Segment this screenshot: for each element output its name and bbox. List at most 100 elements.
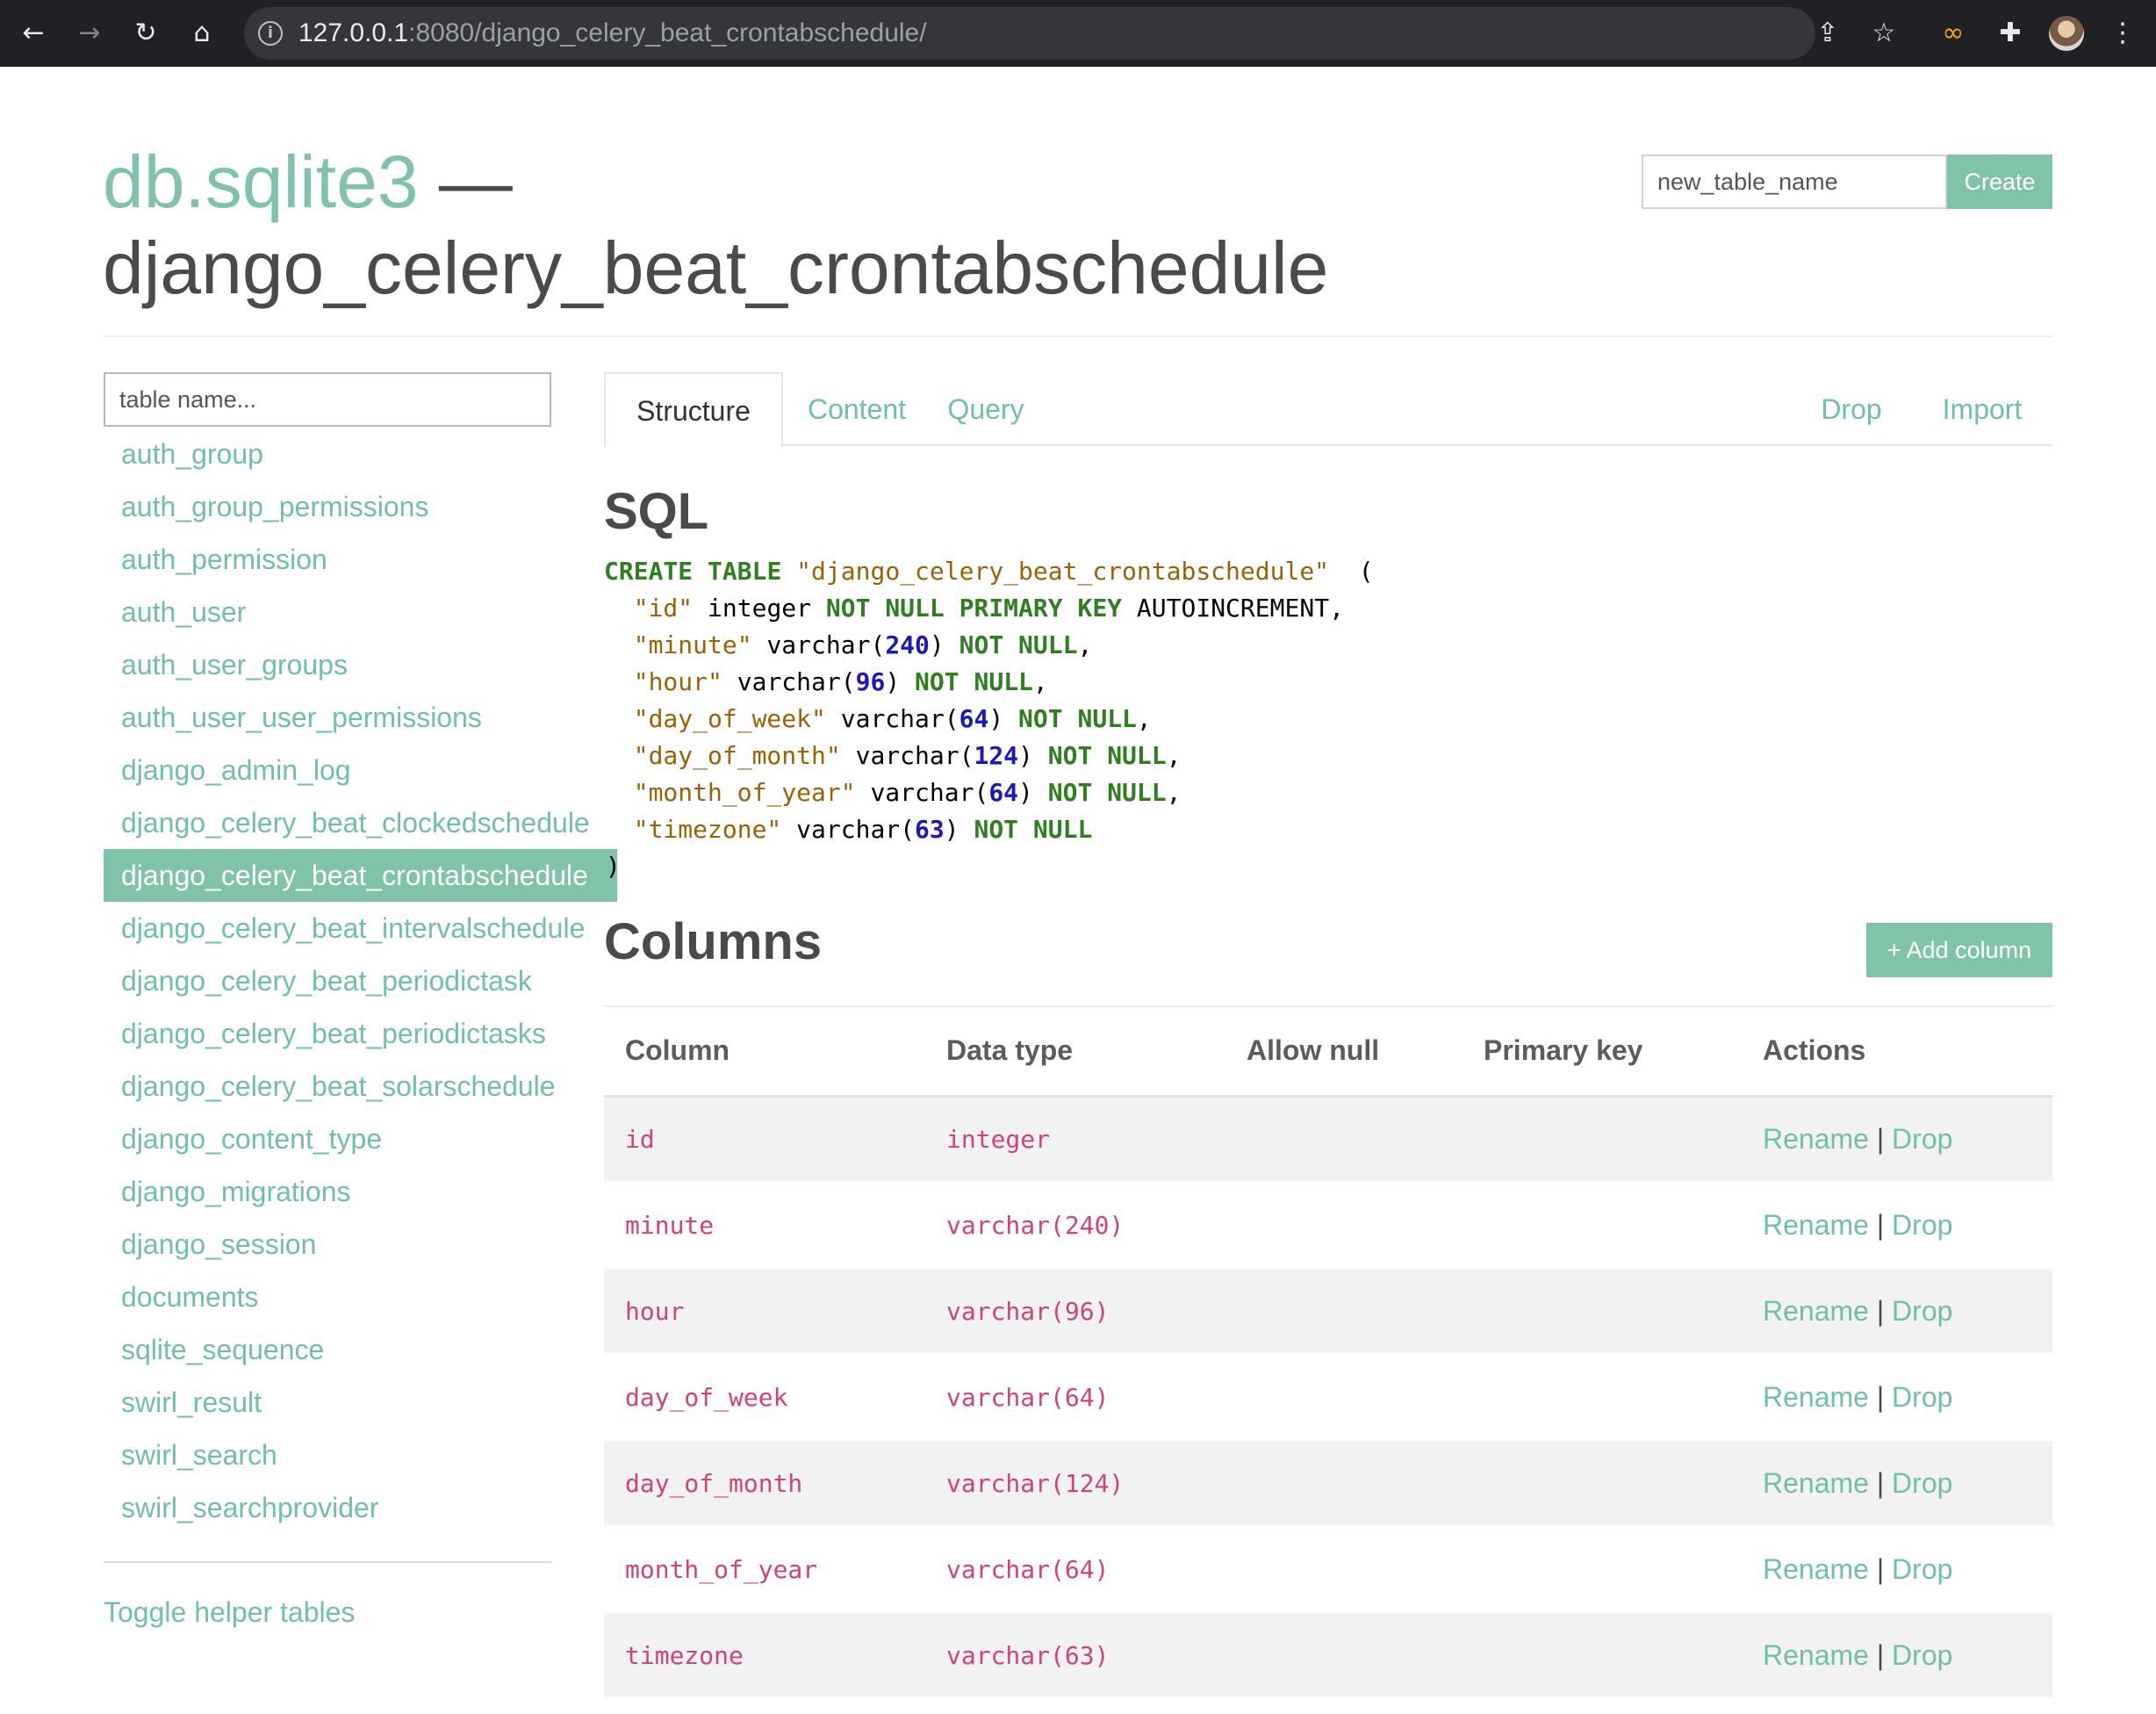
- table-link[interactable]: auth_group_permissions: [121, 491, 428, 522]
- forward-arrow-icon[interactable]: →: [72, 16, 107, 51]
- drop-column-link[interactable]: Drop: [1892, 1209, 1952, 1241]
- create-table-button[interactable]: Create: [1947, 155, 2052, 209]
- column-header: Allow null: [1225, 1005, 1462, 1098]
- table-link[interactable]: sqlite_sequence: [121, 1334, 324, 1365]
- drop-column-link[interactable]: Drop: [1892, 1295, 1952, 1327]
- tab-import[interactable]: Import: [1930, 372, 2035, 446]
- drop-column-link[interactable]: Drop: [1892, 1381, 1952, 1413]
- table-list-item[interactable]: django_content_type: [104, 1113, 622, 1165]
- sql-heading: SQL: [604, 483, 709, 540]
- table-list-item[interactable]: auth_user: [104, 586, 622, 638]
- extension-link-icon[interactable]: ∞: [1936, 16, 1971, 51]
- table-list-item[interactable]: django_session: [104, 1218, 622, 1271]
- rename-link[interactable]: Rename: [1763, 1123, 1869, 1155]
- table-link[interactable]: documents: [121, 1281, 259, 1313]
- table-link[interactable]: auth_user_user_permissions: [121, 702, 482, 733]
- page-title: db.sqlite3 — django_celery_beat_crontabsc…: [103, 139, 1419, 311]
- toggle-helper-tables-link[interactable]: Toggle helper tables: [104, 1595, 355, 1630]
- sql-comma: ,: [1329, 594, 1344, 623]
- table-link[interactable]: auth_group: [121, 438, 263, 470]
- avatar[interactable]: [2049, 16, 2084, 51]
- sql-comma: ,: [1166, 741, 1182, 770]
- data-type-cell: varchar(64): [925, 1526, 1225, 1613]
- star-icon[interactable]: ☆: [1866, 16, 1901, 51]
- back-arrow-icon[interactable]: ←: [16, 16, 51, 51]
- table-list-item[interactable]: auth_group: [104, 428, 622, 480]
- sql-column-name: "id": [633, 594, 694, 623]
- drop-column-link[interactable]: Drop: [1892, 1639, 1952, 1671]
- rename-link[interactable]: Rename: [1763, 1295, 1869, 1327]
- tab-structure[interactable]: Structure: [604, 372, 783, 448]
- table-link[interactable]: django_session: [121, 1228, 316, 1260]
- drop-column-link[interactable]: Drop: [1892, 1553, 1952, 1585]
- data-type-cell: varchar(124): [925, 1440, 1225, 1527]
- table-link[interactable]: django_celery_beat_intervalschedule: [121, 912, 585, 944]
- table-link[interactable]: auth_permission: [121, 544, 327, 575]
- table-link[interactable]: swirl_search: [121, 1439, 277, 1471]
- new-table-name-input[interactable]: [1642, 155, 1947, 209]
- table-list-item-active[interactable]: django_celery_beat_crontabschedule: [104, 849, 617, 902]
- table-link[interactable]: swirl_searchprovider: [121, 1492, 378, 1523]
- actions-cell: Rename | Drop: [1742, 1440, 2052, 1527]
- table-list-item[interactable]: swirl_result: [104, 1376, 622, 1429]
- reload-icon[interactable]: ↻: [128, 16, 163, 51]
- primary-key-cell: [1462, 1612, 1742, 1699]
- column-header: Primary key: [1462, 1005, 1742, 1098]
- allow-null-cell: [1225, 1612, 1462, 1699]
- table-list-item[interactable]: django_celery_beat_periodictasks: [104, 1007, 622, 1060]
- kebab-menu-icon[interactable]: ⋮: [2105, 16, 2140, 51]
- table-link[interactable]: django_content_type: [121, 1123, 382, 1155]
- table-list-item[interactable]: auth_permission: [104, 533, 622, 586]
- column-name-cell: day_of_month: [604, 1440, 925, 1527]
- allow-null-cell: [1225, 1354, 1462, 1441]
- rename-link[interactable]: Rename: [1763, 1639, 1869, 1671]
- drop-column-link[interactable]: Drop: [1892, 1123, 1952, 1155]
- sql-type: varchar: [737, 667, 841, 696]
- share-icon[interactable]: ⇪: [1810, 16, 1845, 51]
- rename-link[interactable]: Rename: [1763, 1553, 1869, 1585]
- table-link[interactable]: django_admin_log: [121, 754, 351, 786]
- rename-link[interactable]: Rename: [1763, 1467, 1869, 1499]
- drop-column-link[interactable]: Drop: [1892, 1467, 1952, 1499]
- url-text[interactable]: 127.0.0.1:8080/django_celery_beat_cronta…: [298, 19, 927, 47]
- action-separator: |: [1868, 1638, 1893, 1671]
- puzzle-icon[interactable]: ✚: [1993, 16, 2028, 51]
- tab-drop[interactable]: Drop: [1803, 372, 1900, 446]
- tab-query[interactable]: Query: [929, 372, 1043, 446]
- sql-extra: AUTOINCREMENT: [1136, 594, 1330, 623]
- table-list-item[interactable]: sqlite_sequence: [104, 1323, 622, 1376]
- sql-keyword: TABLE: [708, 557, 782, 586]
- table-list-item[interactable]: auth_user_groups: [104, 638, 622, 691]
- table-link[interactable]: django_celery_beat_clockedschedule: [121, 807, 590, 839]
- table-list-item[interactable]: django_celery_beat_clockedschedule: [104, 796, 622, 849]
- table-link[interactable]: django_celery_beat_crontabschedule: [121, 860, 588, 891]
- table-link[interactable]: auth_user_groups: [121, 649, 348, 681]
- table-link[interactable]: django_celery_beat_periodictasks: [121, 1018, 546, 1049]
- table-list-item[interactable]: django_celery_beat_solarschedule: [104, 1060, 622, 1113]
- table-row: day_of_week varchar(64) Rename | Drop: [604, 1354, 2052, 1441]
- table-list-item[interactable]: auth_user_user_permissions: [104, 691, 622, 744]
- table-link[interactable]: swirl_result: [121, 1386, 262, 1418]
- db-name-link[interactable]: db.sqlite3: [103, 140, 419, 223]
- rename-link[interactable]: Rename: [1763, 1209, 1869, 1241]
- table-list-item[interactable]: swirl_searchprovider: [104, 1481, 622, 1534]
- table-list-item[interactable]: django_celery_beat_periodictask: [104, 954, 622, 1007]
- home-icon[interactable]: ⌂: [184, 16, 219, 51]
- info-icon[interactable]: i: [258, 21, 283, 46]
- table-list-item[interactable]: auth_group_permissions: [104, 480, 622, 533]
- table-link[interactable]: django_celery_beat_periodictask: [121, 965, 532, 997]
- table-list-item[interactable]: swirl_search: [104, 1429, 622, 1481]
- table-link[interactable]: auth_user: [121, 596, 246, 628]
- table-link[interactable]: django_celery_beat_solarschedule: [121, 1070, 556, 1102]
- rename-link[interactable]: Rename: [1763, 1381, 1869, 1413]
- table-list-item[interactable]: django_migrations: [104, 1165, 622, 1218]
- table-search-input[interactable]: [104, 372, 551, 427]
- tab-content[interactable]: Content: [795, 372, 918, 446]
- table-list-item[interactable]: documents: [104, 1271, 622, 1323]
- table-link[interactable]: django_migrations: [121, 1176, 351, 1207]
- table-list-item[interactable]: django_celery_beat_intervalschedule: [104, 902, 622, 954]
- address-bar[interactable]: i 127.0.0.1:8080/django_celery_beat_cron…: [244, 7, 1815, 60]
- columns-heading: Columns: [604, 913, 823, 970]
- add-column-button[interactable]: + Add column: [1866, 923, 2052, 977]
- table-list-item[interactable]: django_admin_log: [104, 744, 622, 796]
